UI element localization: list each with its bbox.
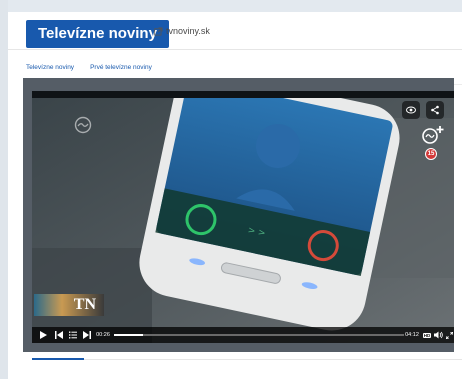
external-link[interactable]: tvnoviny.sk (154, 26, 210, 36)
volume-icon (433, 331, 443, 339)
share-button[interactable] (426, 101, 444, 119)
next-button[interactable] (82, 330, 92, 340)
page-title[interactable]: Televízne noviny (26, 20, 169, 48)
play-button[interactable] (38, 330, 48, 340)
progress-fill (114, 334, 143, 336)
fullscreen-icon (445, 331, 453, 339)
video-topbar (32, 91, 454, 98)
rating-badge: 15 (425, 148, 437, 160)
next-icon (83, 331, 91, 339)
list-icon (69, 331, 77, 339)
eye-icon (406, 106, 416, 114)
section-divider (32, 359, 462, 360)
hd-badge[interactable]: HD (422, 330, 432, 340)
tn-logo: TN (34, 294, 104, 316)
rating-badge-label: 15 (427, 151, 435, 157)
page-header: Televízne noviny tvnoviny.sk (8, 12, 462, 50)
tn-logo-text: TN (73, 296, 96, 313)
previous-button[interactable] (54, 330, 64, 340)
top-strip (0, 0, 462, 12)
previous-icon (55, 331, 63, 339)
fullscreen-button[interactable] (444, 330, 454, 340)
hd-badge-label: HD (422, 332, 432, 338)
eye-button[interactable] (402, 101, 420, 119)
external-link-icon (154, 26, 163, 36)
control-bar: 00:26 04:12 HD (32, 327, 454, 343)
add-icon[interactable] (420, 125, 446, 145)
video-player[interactable]: > > 15 TN 00:26 04:12 HD (32, 91, 454, 343)
section-underline (32, 358, 84, 360)
share-icon (431, 105, 439, 115)
external-link-label: tvnoviny.sk (166, 26, 210, 36)
tn-watermark-icon (74, 116, 92, 134)
left-gutter (0, 0, 8, 379)
volume-button[interactable] (433, 330, 443, 340)
current-time: 00:26 (96, 332, 110, 338)
duration: 04:12 (405, 332, 419, 338)
list-button[interactable] (68, 330, 78, 340)
play-icon (39, 331, 47, 339)
progress-track[interactable] (114, 334, 404, 336)
